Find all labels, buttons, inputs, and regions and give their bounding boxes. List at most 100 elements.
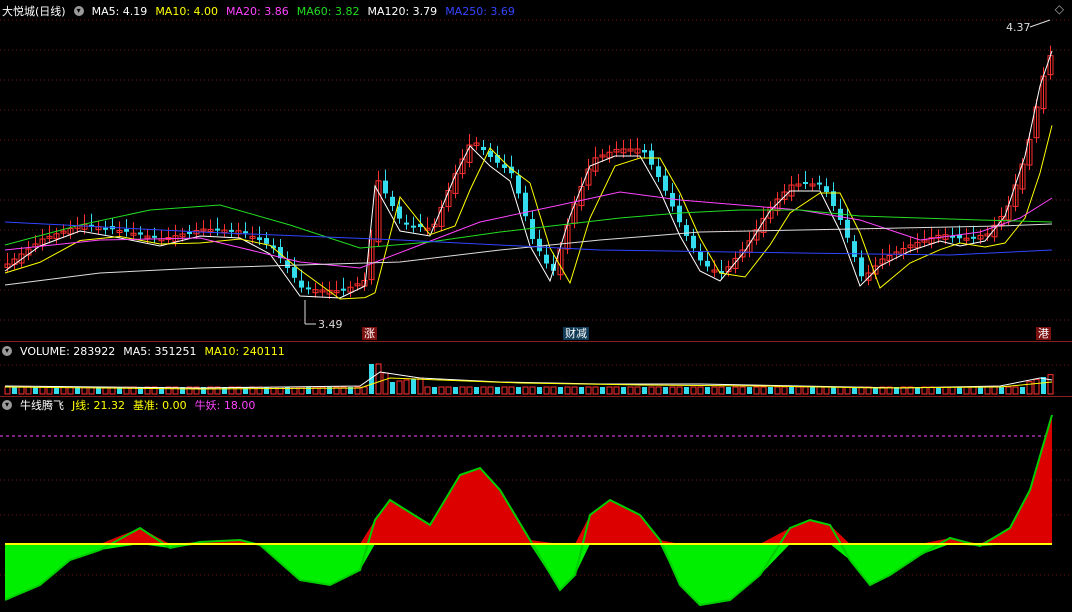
volume-bar-up [711, 386, 718, 395]
candle-body-down [341, 288, 346, 291]
candle-body-down [103, 227, 108, 230]
candle-body-down [852, 241, 857, 257]
volume-bar-down [642, 387, 647, 394]
volume-bar-down [957, 387, 962, 394]
volume-bar-down [600, 387, 605, 394]
candle-body-down [306, 287, 311, 290]
candle-body-down [215, 228, 220, 231]
volume-bar-up [718, 386, 725, 395]
candle-body-down [292, 267, 297, 278]
volume-bar-down [768, 387, 773, 394]
candle-body-down [817, 182, 822, 185]
volume-bar-down [411, 379, 416, 394]
volume-bar-up [550, 386, 557, 395]
volume-bar-down [1020, 387, 1025, 394]
volume-bar-up [942, 386, 949, 395]
candle-body-down [684, 225, 689, 236]
volume-bar-up [781, 386, 788, 395]
volume-bar-up [844, 386, 851, 395]
volume-bar-down [978, 387, 983, 394]
candle-body-down [677, 205, 682, 223]
volume-bar-down [390, 382, 395, 394]
volume-bar-up [697, 386, 704, 395]
volume-bar-down [810, 387, 815, 394]
candle-body-down [152, 235, 157, 238]
volume-bar-up [991, 386, 998, 395]
volume-bar-up [732, 386, 739, 395]
volume-bar-up [501, 386, 508, 395]
high-pointer [1029, 19, 1051, 28]
volume-bar-up [606, 386, 613, 395]
volume-bar-up [375, 363, 382, 395]
candle-body-down [698, 251, 703, 261]
ma5-line [4, 50, 1053, 299]
volume-bar-down [495, 387, 500, 394]
volume-bar-up [459, 386, 466, 395]
volume-bar-up [648, 386, 655, 395]
volume-bar-up [417, 377, 424, 395]
volume-bar-down [789, 387, 794, 394]
volume-bar-down [33, 387, 38, 394]
candle-body-down [383, 180, 388, 194]
candle-body-down [530, 219, 535, 239]
volume-bar-down [579, 387, 584, 394]
volume-bar-up [487, 386, 494, 395]
volume-bar-down [831, 387, 836, 394]
volume-bar-up [445, 386, 452, 395]
volume-bar-up [382, 372, 389, 395]
candle-body-down [397, 206, 402, 219]
volume-bar-down [1041, 377, 1046, 394]
candle-body-down [516, 175, 521, 194]
candle-body-down [824, 186, 829, 192]
volume-bar-up [970, 386, 977, 395]
volume-bar-down [663, 387, 668, 394]
candle-body-down [138, 232, 143, 235]
volume-bar-down [264, 387, 269, 394]
volume-bar-up [627, 386, 634, 395]
volume-bar-up [18, 386, 25, 395]
volume-bar-up [396, 380, 403, 395]
volume-bar-up [508, 386, 515, 395]
volume-bar-up [480, 386, 487, 395]
volume-bar-down [537, 387, 542, 394]
volume-bar-up [613, 386, 620, 395]
candle-body-down [691, 235, 696, 249]
volume-bar-up [669, 386, 676, 395]
candle-body-down [663, 175, 668, 191]
volume-bar-up [753, 386, 760, 395]
volume-bar-up [739, 386, 746, 395]
volume-bar-down [243, 387, 248, 394]
volume-bar-up [543, 386, 550, 395]
volume-bar-up [676, 386, 683, 395]
volume-bar-up [1012, 386, 1019, 395]
candle-body-down [229, 229, 234, 232]
volume-bar-down [54, 387, 59, 394]
volume-bar-up [235, 386, 242, 395]
volume-bar-up [837, 386, 844, 395]
candle-body-down [642, 150, 647, 153]
volume-bar-up [361, 386, 368, 395]
candle-body-down [488, 151, 493, 157]
volume-bar-up [4, 386, 11, 395]
volume-bar-up [46, 386, 53, 395]
candle-body-down [705, 260, 710, 267]
volume-bar-up [634, 386, 641, 395]
volume-bar-down [684, 387, 689, 394]
candle-body-down [544, 254, 549, 264]
volume-bar-up [963, 386, 970, 395]
volume-ma5-line [4, 371, 1053, 389]
candle-body-down [264, 238, 269, 244]
candle-body-down [243, 231, 248, 234]
volume-bar-up [802, 386, 809, 395]
volume-bar-up [655, 386, 662, 395]
candle-body-down [803, 182, 808, 184]
volume-bar-down [516, 387, 521, 394]
candle-body-down [299, 280, 304, 288]
volume-bar-up [249, 386, 256, 395]
volume-bar-up [823, 386, 830, 395]
kline-chart[interactable] [0, 0, 1072, 612]
volume-bar-up [529, 386, 536, 395]
volume-bar-down [705, 387, 710, 394]
volume-bar-down [474, 387, 479, 394]
candle-body-down [971, 236, 976, 239]
